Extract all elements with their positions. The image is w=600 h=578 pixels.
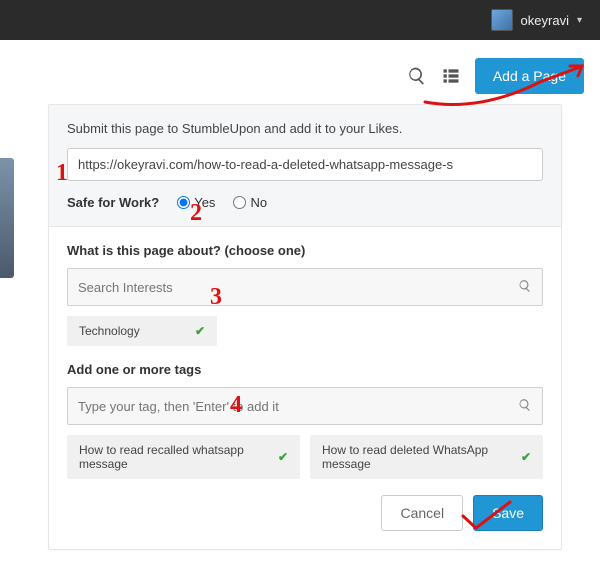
avatar: [491, 9, 513, 31]
tags-search-box[interactable]: [67, 387, 543, 425]
username: okeyravi: [521, 13, 569, 28]
interest-chips: Technology ✔: [67, 316, 543, 346]
sfw-no-label: No: [250, 195, 267, 210]
list-view-icon[interactable]: [441, 66, 461, 86]
sfw-yes-label: Yes: [194, 195, 215, 210]
button-row: Cancel Save: [67, 495, 543, 531]
check-icon: ✔: [521, 450, 531, 464]
interest-search-box[interactable]: [67, 268, 543, 306]
topbar: okeyravi ▾: [0, 0, 600, 40]
tags-label: Add one or more tags: [67, 362, 543, 377]
tag-chip[interactable]: How to read deleted WhatsApp message ✔: [310, 435, 543, 479]
sfw-yes-radio[interactable]: [177, 196, 190, 209]
search-icon[interactable]: [407, 66, 427, 86]
check-icon: ✔: [195, 324, 205, 338]
cancel-button[interactable]: Cancel: [381, 495, 463, 531]
submit-card: Submit this page to StumbleUpon and add …: [48, 104, 562, 550]
tag-chip-label: How to read recalled whatsapp message: [79, 443, 268, 471]
check-icon: ✔: [278, 450, 288, 464]
chevron-down-icon: ▾: [577, 15, 582, 26]
search-icon: [518, 398, 532, 415]
tag-chips: How to read recalled whatsapp message ✔ …: [67, 435, 543, 479]
card-top: Submit this page to StumbleUpon and add …: [49, 105, 561, 227]
sfw-row: Safe for Work? Yes No: [67, 195, 543, 210]
add-page-button[interactable]: Add a Page: [475, 58, 584, 94]
user-menu[interactable]: okeyravi ▾: [483, 5, 590, 35]
save-button[interactable]: Save: [473, 495, 543, 531]
tag-chip-label: How to read deleted WhatsApp message: [322, 443, 511, 471]
about-label: What is this page about? (choose one): [67, 243, 543, 258]
interest-search-input[interactable]: [78, 280, 518, 295]
sfw-yes-option[interactable]: Yes: [177, 195, 215, 210]
tag-chip[interactable]: How to read recalled whatsapp message ✔: [67, 435, 300, 479]
search-icon: [518, 279, 532, 296]
tags-input[interactable]: [78, 399, 518, 414]
sidebar-thumbnail: [0, 158, 14, 278]
interest-chip-label: Technology: [79, 324, 140, 338]
toolbar: Add a Page: [0, 40, 600, 104]
sfw-no-option[interactable]: No: [233, 195, 267, 210]
interest-chip[interactable]: Technology ✔: [67, 316, 217, 346]
sfw-no-radio[interactable]: [233, 196, 246, 209]
sfw-label: Safe for Work?: [67, 195, 159, 210]
submit-instruction: Submit this page to StumbleUpon and add …: [67, 121, 543, 136]
card-body: What is this page about? (choose one) Te…: [49, 227, 561, 549]
url-input[interactable]: [67, 148, 543, 181]
